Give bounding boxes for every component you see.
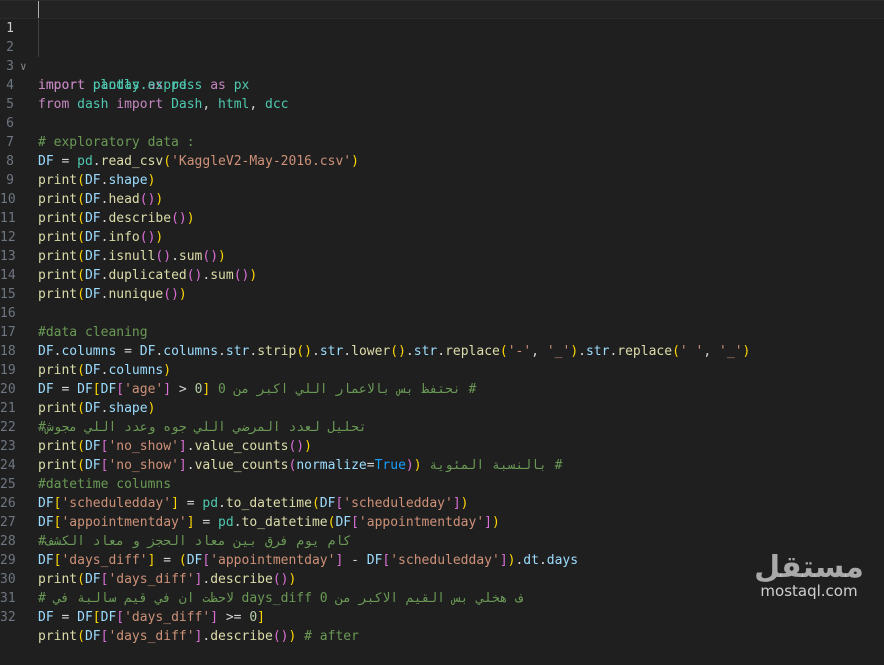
code-line-10[interactable]: 10 print(DF.describe()) bbox=[0, 171, 884, 226]
code-text: DF = DF[DF['days_diff'] >= 0] bbox=[38, 610, 265, 625]
code-editor[interactable]: 1 2 ∨ import pandas as pd 3 import plotl… bbox=[0, 0, 884, 644]
code-line-19[interactable]: 19 DF = DF[DF['age'] > 0] # نحتفظ بس بال… bbox=[0, 342, 884, 397]
code-line-2[interactable]: 2 ∨ import pandas as pd bbox=[0, 19, 884, 93]
code-line-15[interactable]: 15 bbox=[0, 266, 884, 302]
code-line-3[interactable]: 3 import plotly.express as px bbox=[0, 38, 884, 93]
code-line-14[interactable]: 14 print(DF.nunique()) bbox=[0, 247, 884, 302]
mostaql-watermark: مستقل mostaql.com bbox=[734, 552, 884, 612]
mostaql-url: mostaql.com bbox=[760, 582, 858, 600]
code-line-26[interactable]: 26 DF['appointmentday'] = pd.to_datetime… bbox=[0, 475, 884, 530]
code-line-5[interactable]: 5 bbox=[0, 76, 884, 112]
code-line-28[interactable]: 28 DF['days_diff'] = (DF['appointmentday… bbox=[0, 513, 884, 568]
code-line-24[interactable]: 24 #datetime columns bbox=[0, 437, 884, 492]
code-line-16[interactable]: 16 #data cleaning bbox=[0, 285, 884, 340]
code-line-20[interactable]: 20 print(DF.shape) bbox=[0, 361, 884, 416]
code-line-11[interactable]: 11 print(DF.info()) bbox=[0, 190, 884, 245]
code-line-12[interactable]: 12 print(DF.isnull().sum()) bbox=[0, 209, 884, 264]
code-line-6[interactable]: 6 # exploratory data : bbox=[0, 95, 884, 150]
code-line-4[interactable]: 4 from dash import Dash, html, dcc bbox=[0, 57, 884, 112]
code-line-9[interactable]: 9 print(DF.head()) bbox=[0, 152, 884, 207]
code-line-25[interactable]: 25 DF['scheduledday'] = pd.to_datetime(D… bbox=[0, 456, 884, 511]
code-line-18[interactable]: 18 print(DF.columns) bbox=[0, 323, 884, 378]
code-line-29[interactable]: 29 print(DF['days_diff'].describe()) bbox=[0, 532, 884, 587]
text-cursor bbox=[38, 1, 39, 18]
code-line-8[interactable]: 8 print(DF.shape) bbox=[0, 133, 884, 188]
code-line-1[interactable]: 1 bbox=[0, 0, 884, 36]
code-line-21[interactable]: 21 #تحليل لعدد المرضي اللي جوه وعدد اللي… bbox=[0, 380, 884, 435]
code-line-22[interactable]: 22 print(DF['no_show'].value_counts()) bbox=[0, 399, 884, 454]
line-number: 32 bbox=[0, 610, 16, 625]
code-line-13[interactable]: 13 print(DF.duplicated().sum()) bbox=[0, 228, 884, 283]
mostaql-logo: مستقل bbox=[754, 550, 864, 585]
code-line-23[interactable]: 23 print(DF['no_show'].value_counts(norm… bbox=[0, 418, 884, 473]
code-line-27[interactable]: 27 #كام يوم فرق بين معاد الحجز و معاد ال… bbox=[0, 494, 884, 549]
code-line-7[interactable]: 7 DF = pd.read_csv('KaggleV2-May-2016.cs… bbox=[0, 114, 884, 169]
code-text: print(DF['days_diff'].describe()) # afte… bbox=[38, 629, 359, 644]
code-line-17[interactable]: 17 DF.columns = DF.columns.str.strip().s… bbox=[0, 304, 884, 359]
